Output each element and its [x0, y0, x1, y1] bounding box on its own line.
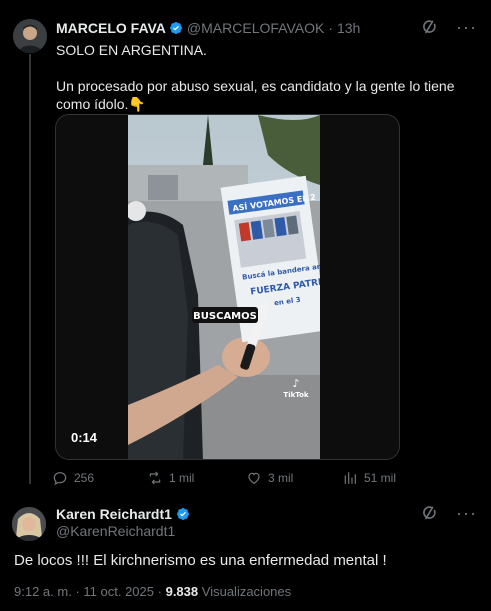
more-icon[interactable]: ···: [456, 18, 477, 36]
tweet-date[interactable]: 11 oct. 2025: [83, 584, 154, 599]
reply-icon: [53, 472, 67, 486]
like-button[interactable]: 3 mil: [246, 470, 293, 486]
views-count: 51 mil: [364, 471, 397, 485]
main-tweet-top-actions: ···: [422, 504, 477, 522]
more-icon[interactable]: ···: [456, 504, 477, 522]
views-icon: [344, 472, 356, 484]
video-duration: 0:14: [71, 430, 98, 445]
views-label: Visualizaciones: [201, 584, 292, 599]
quoted-tweet-top-actions: ···: [422, 18, 477, 36]
repost-count: 1 mil: [169, 471, 195, 485]
tweet-meta: 9:12 a. m. · 11 oct. 2025 · 9.838 Visual…: [14, 584, 291, 599]
verified-badge-icon: [176, 508, 189, 520]
video-frame: ASÍ VOTAMOS EL 2 Buscá la bandera arg FU…: [128, 115, 320, 459]
views-count: 9.838: [165, 584, 199, 599]
video-caption: BUSCAMOS: [193, 311, 257, 322]
tweet-text-line: Un procesado por abuso sexual, es candid…: [56, 78, 455, 112]
video-player[interactable]: ASÍ VOTAMOS EL 2 Buscá la bandera arg FU…: [128, 115, 320, 459]
video-media[interactable]: ASÍ VOTAMOS EL 2 Buscá la bandera arg FU…: [55, 114, 400, 460]
verified-badge-icon: [169, 22, 182, 34]
views-button[interactable]: 51 mil: [342, 470, 396, 486]
main-author-row: Karen Reichardt1: [56, 506, 194, 522]
timestamp[interactable]: 13h: [337, 20, 360, 36]
avatar[interactable]: [12, 507, 46, 541]
grok-icon[interactable]: [422, 505, 438, 521]
author-name[interactable]: Karen Reichardt1: [56, 506, 172, 522]
tweet-time[interactable]: 9:12 a. m.: [14, 584, 72, 599]
like-icon: [248, 472, 260, 485]
separator: ·: [328, 20, 333, 36]
reply-button[interactable]: 256: [52, 470, 94, 486]
main-tweet-text: De locos !!! El kirchnerismo es una enfe…: [14, 552, 387, 569]
repost-icon: [149, 471, 161, 485]
quoted-tweet-header: MARCELO FAVA @MARCELOFAVAOK · 13h: [56, 19, 360, 37]
tiktok-icon: ♪: [292, 377, 299, 390]
author-handle[interactable]: @MARCELOFAVAOK: [187, 20, 324, 36]
action-bar: 256 1 mil 3 mil 51 mil: [52, 470, 412, 488]
grok-icon[interactable]: [422, 19, 438, 35]
avatar[interactable]: [13, 19, 47, 53]
author-handle[interactable]: @KarenReichardt1: [56, 523, 175, 539]
separator: ·: [157, 584, 162, 599]
tweet-text-line: SOLO EN ARGENTINA.: [56, 42, 207, 58]
tiktok-watermark: TikTok: [283, 391, 308, 399]
author-name[interactable]: MARCELO FAVA: [56, 20, 166, 36]
repost-button[interactable]: 1 mil: [147, 470, 194, 486]
separator: ·: [75, 584, 80, 599]
reply-count: 256: [74, 471, 95, 485]
like-count: 3 mil: [268, 471, 294, 485]
thread-line: [29, 54, 31, 484]
